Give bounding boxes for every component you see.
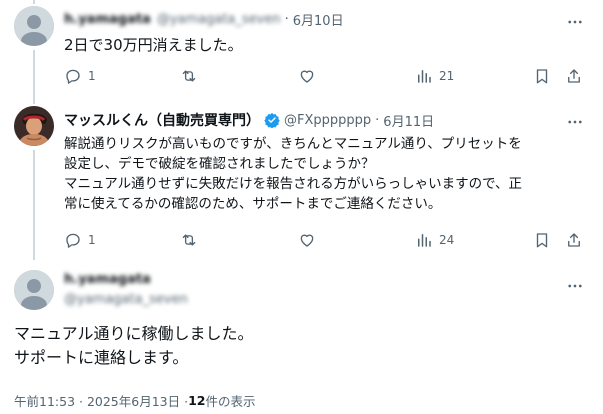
bookmark-button[interactable]	[533, 231, 551, 249]
tweet-text-line: マニュアル通りに稼働しました。	[14, 324, 254, 343]
muscle-character-avatar-icon	[14, 106, 54, 146]
bookmark-icon	[536, 233, 548, 248]
views-count: 12	[188, 393, 206, 408]
bookmark-button[interactable]	[533, 67, 551, 85]
dot-separator: ·	[375, 112, 380, 128]
tweet-text-line: 設定し、デモで破綻を確認されましたでしょうか？	[64, 156, 375, 172]
thread-line-top	[33, 0, 35, 4]
more-icon	[568, 20, 582, 24]
views-count: 24	[439, 233, 455, 247]
share-icon	[568, 233, 580, 247]
share-button[interactable]	[565, 67, 583, 85]
views-label: 件の表示	[205, 394, 256, 409]
like-icon	[300, 234, 314, 247]
tweet-header: h.yamagata @yamagata_seven · 6月10日	[64, 10, 344, 29]
default-avatar-icon	[14, 270, 54, 310]
main-tweet-text: マニュアル通りに稼働しました。 サポートに連絡します。	[14, 322, 254, 370]
tweet-text: 2日で30万円消えました。	[64, 36, 243, 54]
share-button[interactable]	[565, 231, 583, 249]
retweet-icon	[182, 234, 196, 246]
dot-separator: ·	[284, 12, 289, 27]
verified-badge-icon	[264, 113, 280, 128]
tweet-date[interactable]: 6月10日	[293, 10, 344, 29]
author-handle[interactable]: @FXppppppp	[284, 113, 371, 128]
retweet-button[interactable]	[180, 231, 198, 249]
tweet-text-line: マニュアル通りせずに失敗だけを報告される方がいらっしゃいますので、正	[64, 176, 523, 192]
reply-button[interactable]: 1	[64, 231, 96, 249]
tweet-text-line: 解説通りリスクが高いものですが、きちんとマニュアル通り、プリセットを	[64, 136, 522, 152]
more-button[interactable]	[566, 113, 584, 131]
thread-line	[33, 50, 35, 104]
more-button[interactable]	[566, 13, 584, 31]
bookmark-icon	[536, 69, 548, 84]
tweet-date[interactable]: 6月11日	[383, 111, 434, 130]
author-name[interactable]: マッスルくん（自動売買専門）	[64, 110, 260, 130]
reply-icon	[66, 233, 80, 248]
reply-button[interactable]: 1	[64, 67, 96, 85]
author-handle[interactable]: @yamagata_seven	[157, 12, 281, 27]
author-name[interactable]: h.yamagata	[64, 272, 188, 287]
avatar[interactable]	[14, 6, 54, 46]
retweet-button[interactable]	[180, 67, 198, 85]
tweet-text-line: サポートに連絡します。	[14, 348, 189, 367]
avatar[interactable]	[14, 270, 54, 310]
tweet-text-line: 常に使えてるかの確認のため、サポートまでご連絡ください。	[64, 196, 442, 212]
views-icon	[418, 70, 431, 83]
retweet-icon	[182, 70, 196, 82]
author-name[interactable]: h.yamagata	[64, 12, 151, 27]
main-tweet-author: h.yamagata @yamagata_seven	[64, 272, 188, 307]
more-icon	[568, 120, 582, 124]
views-count: 21	[439, 69, 455, 83]
tweet-header: マッスルくん（自動売買専門） @FXppppppp · 6月11日	[64, 110, 434, 130]
views-button[interactable]: 21	[415, 67, 454, 85]
thread-line	[33, 150, 35, 260]
share-icon	[568, 69, 580, 83]
author-handle[interactable]: @yamagata_seven	[64, 292, 188, 307]
reply-icon	[66, 69, 80, 84]
like-icon	[300, 70, 314, 83]
more-icon	[568, 284, 582, 288]
reply-count: 1	[88, 69, 96, 83]
tweet-text: 解説通りリスクが高いものですが、きちんとマニュアル通り、プリセットを 設定し、デ…	[64, 134, 584, 214]
avatar[interactable]	[14, 106, 54, 146]
like-button[interactable]	[298, 67, 316, 85]
views-button[interactable]: 24	[415, 231, 454, 249]
more-button[interactable]	[566, 277, 584, 295]
views-icon	[418, 234, 431, 247]
tweet-timestamp[interactable]: 午前11:53 · 2025年6月13日 ·	[14, 391, 188, 410]
like-button[interactable]	[298, 231, 316, 249]
tweet-meta: 午前11:53 · 2025年6月13日 · 12 件の表示	[14, 391, 255, 410]
default-avatar-icon	[14, 6, 54, 46]
reply-count: 1	[88, 233, 96, 247]
